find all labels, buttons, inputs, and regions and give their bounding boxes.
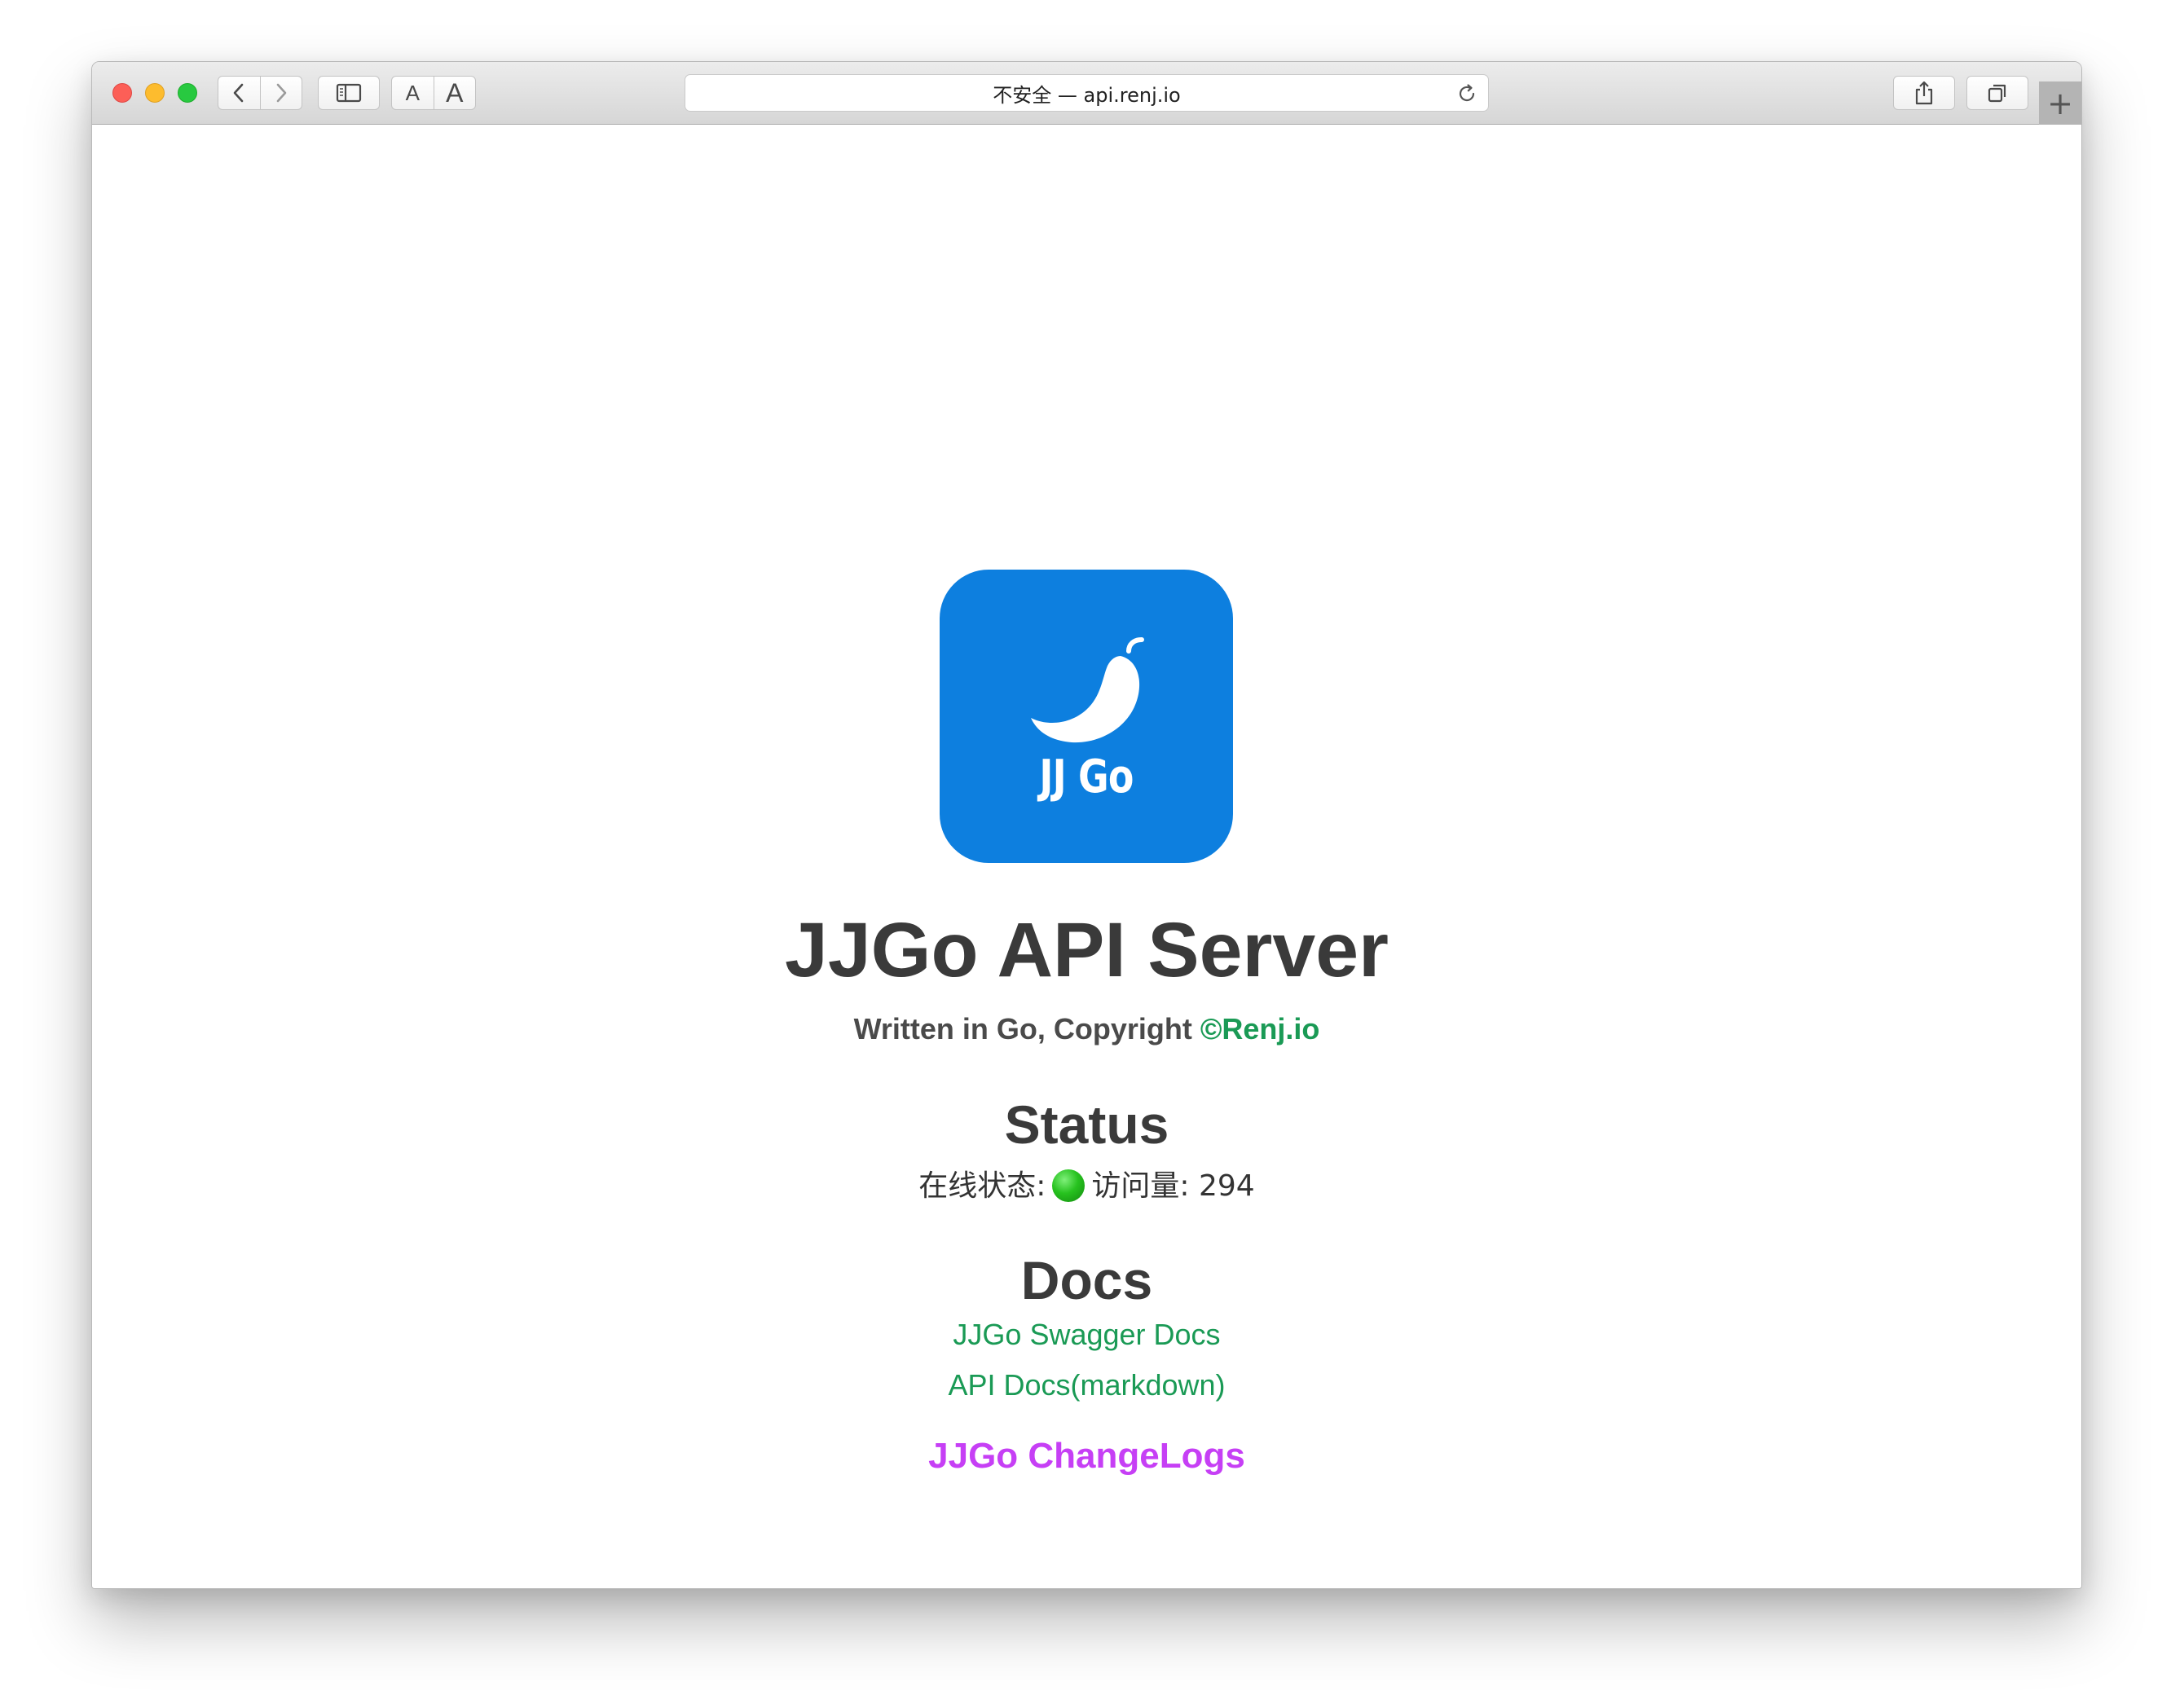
forward-button[interactable]: [259, 77, 302, 109]
share-icon: [1915, 81, 1933, 105]
chevron-right-icon: [276, 83, 287, 103]
close-window-button[interactable]: [112, 83, 132, 103]
changelog-link: JJGo ChangeLogs: [92, 1434, 2081, 1478]
sidebar-icon: [336, 83, 362, 103]
logo-text: JJ Go: [1039, 751, 1134, 803]
browser-toolbar: A A 不安全 — api.renj.io +: [92, 62, 2081, 125]
navigation-buttons: [218, 76, 302, 110]
increase-text-size-button[interactable]: A: [433, 77, 476, 109]
markdown-docs-link: API Docs(markdown): [92, 1367, 2081, 1404]
address-bar[interactable]: 不安全 — api.renj.io: [685, 74, 1489, 112]
visits-count: 294: [1199, 1169, 1255, 1203]
status-heading: Status: [1004, 1094, 1169, 1155]
new-tab-button[interactable]: +: [2039, 81, 2081, 125]
chili-pepper-icon: [1031, 637, 1144, 743]
page-content: JJ Go JJGo API Server Written in Go, Cop…: [92, 125, 2081, 1588]
visits-label: 访问量:: [1091, 1169, 1190, 1203]
show-tabs-button[interactable]: [1966, 76, 2028, 110]
docs-heading: Docs: [1020, 1250, 1153, 1310]
sidebar-toggle-button[interactable]: [318, 76, 380, 110]
zoom-window-button[interactable]: [178, 83, 197, 103]
copyright-text: Written in Go, Copyright: [853, 1012, 1200, 1045]
decrease-text-size-button[interactable]: A: [392, 77, 434, 109]
tabs-overview-icon: [1988, 84, 2006, 103]
swagger-docs-link-text[interactable]: JJGo Swagger Docs: [953, 1318, 1220, 1351]
markdown-docs-link-text[interactable]: API Docs(markdown): [948, 1368, 1225, 1402]
status-line: 在线状态: 访问量: 294: [92, 1168, 2081, 1205]
copyright-line: Written in Go, Copyright ©Renj.io: [92, 1011, 2081, 1047]
online-status-label: 在线状态:: [918, 1169, 1046, 1203]
swagger-docs-link: JJGo Swagger Docs: [92, 1316, 2081, 1354]
chevron-left-icon: [233, 83, 244, 103]
reload-icon[interactable]: [1455, 82, 1478, 105]
online-indicator-icon: [1052, 1169, 1086, 1202]
text-size-buttons: A A: [391, 76, 476, 110]
jjgo-logo: JJ Go: [940, 570, 1233, 863]
author-link[interactable]: ©Renj.io: [1200, 1012, 1320, 1045]
minimize-window-button[interactable]: [145, 83, 165, 103]
address-text: 不安全 — api.renj.io: [993, 83, 1181, 107]
changelog-link-text[interactable]: JJGo ChangeLogs: [928, 1436, 1245, 1476]
back-button[interactable]: [218, 77, 260, 109]
browser-window: A A 不安全 — api.renj.io + JJ Go JJGo API S…: [91, 61, 2082, 1589]
share-button[interactable]: [1893, 76, 1955, 110]
page-title: JJGo API Server: [784, 907, 1389, 993]
